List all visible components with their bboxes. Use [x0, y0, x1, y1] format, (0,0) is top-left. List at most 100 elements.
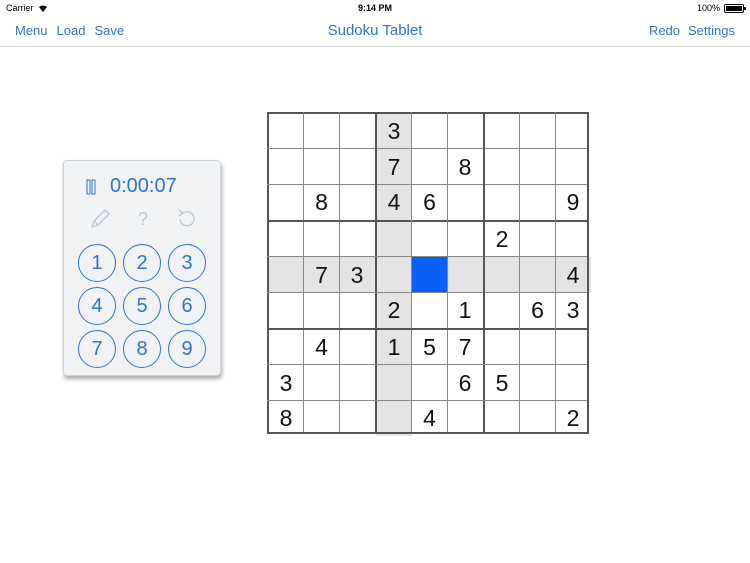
sudoku-cell-r7c9[interactable]: [555, 329, 591, 365]
sudoku-cell-r8c6[interactable]: 6: [447, 365, 483, 401]
grid-line-horizontal: [267, 256, 589, 257]
sudoku-cell-r8c9[interactable]: [555, 365, 591, 401]
pause-icon[interactable]: [85, 179, 97, 195]
sudoku-cell-r5c8[interactable]: [519, 256, 556, 293]
sudoku-cell-r3c1[interactable]: [268, 184, 304, 220]
sudoku-cell-r1c1[interactable]: [268, 113, 304, 149]
number-key-4[interactable]: 4: [78, 287, 116, 325]
sudoku-cell-r6c1[interactable]: [268, 292, 304, 328]
sudoku-cell-r4c5[interactable]: [412, 221, 448, 257]
sudoku-cell-r4c9[interactable]: [555, 221, 591, 257]
sudoku-cell-r2c7[interactable]: [484, 149, 520, 185]
sudoku-cell-r8c7[interactable]: 5: [484, 365, 520, 401]
sudoku-cell-r5c1[interactable]: [268, 256, 304, 293]
number-key-3[interactable]: 3: [168, 244, 206, 282]
sudoku-cell-r2c4[interactable]: 7: [376, 148, 412, 185]
sudoku-cell-r2c8[interactable]: [520, 149, 556, 185]
sudoku-cell-r7c6[interactable]: 7: [447, 329, 483, 365]
sudoku-cell-r6c7[interactable]: [484, 292, 520, 328]
sudoku-cell-r4c3[interactable]: [339, 221, 375, 257]
sudoku-cell-r7c7[interactable]: [484, 329, 520, 365]
sudoku-cell-r8c2[interactable]: [304, 365, 340, 401]
sudoku-cell-r6c9[interactable]: 3: [555, 292, 591, 328]
sudoku-cell-r9c7[interactable]: [484, 400, 520, 436]
sudoku-cell-r2c2[interactable]: [304, 149, 340, 185]
sudoku-cell-r4c7[interactable]: 2: [484, 221, 520, 257]
number-key-7[interactable]: 7: [78, 330, 116, 368]
sudoku-cell-r3c9[interactable]: 9: [555, 184, 591, 220]
sudoku-cell-r8c5[interactable]: [412, 365, 448, 401]
sudoku-cell-r1c4[interactable]: 3: [376, 113, 412, 149]
load-button[interactable]: Load: [57, 23, 86, 38]
save-button[interactable]: Save: [94, 23, 124, 38]
undo-icon[interactable]: [174, 207, 198, 231]
sudoku-cell-r2c1[interactable]: [268, 149, 304, 185]
sudoku-cell-r6c3[interactable]: [339, 292, 375, 328]
sudoku-cell-r8c8[interactable]: [520, 365, 556, 401]
sudoku-cell-r2c9[interactable]: [555, 149, 591, 185]
redo-button[interactable]: Redo: [649, 23, 680, 38]
menu-button[interactable]: Menu: [15, 23, 48, 38]
sudoku-cell-r9c5[interactable]: 4: [412, 400, 448, 436]
sudoku-cell-r6c8[interactable]: 6: [520, 292, 556, 328]
sudoku-cell-r9c8[interactable]: [520, 400, 556, 436]
sudoku-cell-r3c5[interactable]: 6: [412, 184, 448, 220]
sudoku-cell-r6c6[interactable]: 1: [447, 292, 483, 328]
sudoku-cell-r3c4[interactable]: 4: [376, 184, 412, 220]
sudoku-cell-r2c6[interactable]: 8: [447, 149, 483, 185]
sudoku-cell-r3c3[interactable]: [339, 184, 375, 220]
sudoku-cell-r7c2[interactable]: 4: [304, 329, 340, 365]
sudoku-cell-r5c7[interactable]: [484, 256, 520, 293]
number-key-6[interactable]: 6: [168, 287, 206, 325]
sudoku-cell-r7c5[interactable]: 5: [412, 329, 448, 365]
sudoku-cell-r6c5[interactable]: [412, 292, 448, 328]
sudoku-cell-r1c9[interactable]: [555, 113, 591, 149]
sudoku-cell-r5c4[interactable]: [376, 256, 412, 293]
sudoku-cell-r4c4[interactable]: [376, 221, 412, 257]
sudoku-cell-r1c6[interactable]: [447, 113, 483, 149]
number-key-1[interactable]: 1: [78, 244, 116, 282]
sudoku-cell-r5c5[interactable]: [411, 256, 448, 293]
pencil-icon[interactable]: [88, 207, 112, 231]
sudoku-cell-r5c2[interactable]: 7: [303, 256, 340, 293]
sudoku-cell-r6c2[interactable]: [304, 292, 340, 328]
sudoku-cell-r4c6[interactable]: [447, 221, 483, 257]
sudoku-cell-r9c1[interactable]: 8: [268, 400, 304, 436]
sudoku-cell-r2c3[interactable]: [339, 149, 375, 185]
sudoku-cell-r8c3[interactable]: [339, 365, 375, 401]
sudoku-cell-r9c3[interactable]: [339, 400, 375, 436]
settings-button[interactable]: Settings: [688, 23, 735, 38]
sudoku-cell-r5c3[interactable]: 3: [339, 256, 375, 293]
sudoku-cell-r8c1[interactable]: 3: [268, 365, 304, 401]
sudoku-cell-r2c5[interactable]: [412, 149, 448, 185]
number-key-9[interactable]: 9: [168, 330, 206, 368]
sudoku-cell-r7c8[interactable]: [520, 329, 556, 365]
sudoku-cell-r1c2[interactable]: [304, 113, 340, 149]
sudoku-cell-r7c3[interactable]: [339, 329, 375, 365]
sudoku-cell-r7c4[interactable]: 1: [376, 329, 412, 365]
sudoku-cell-r4c2[interactable]: [304, 221, 340, 257]
number-key-5[interactable]: 5: [123, 287, 161, 325]
sudoku-cell-r5c9[interactable]: 4: [555, 256, 591, 293]
sudoku-cell-r3c6[interactable]: [447, 184, 483, 220]
sudoku-cell-r5c6[interactable]: [447, 256, 483, 293]
sudoku-cell-r1c5[interactable]: [412, 113, 448, 149]
sudoku-cell-r9c9[interactable]: 2: [555, 400, 591, 436]
sudoku-cell-r7c1[interactable]: [268, 329, 304, 365]
sudoku-cell-r8c4[interactable]: [376, 364, 412, 401]
sudoku-cell-r9c4[interactable]: [376, 400, 412, 436]
sudoku-cell-r3c2[interactable]: 8: [304, 184, 340, 220]
sudoku-cell-r4c8[interactable]: [520, 221, 556, 257]
sudoku-cell-r1c3[interactable]: [339, 113, 375, 149]
hint-icon[interactable]: ?: [131, 207, 155, 231]
sudoku-cell-r9c6[interactable]: [447, 400, 483, 436]
sudoku-cell-r4c1[interactable]: [268, 221, 304, 257]
sudoku-cell-r9c2[interactable]: [304, 400, 340, 436]
sudoku-cell-r1c8[interactable]: [520, 113, 556, 149]
sudoku-cell-r6c4[interactable]: 2: [376, 292, 412, 328]
number-key-8[interactable]: 8: [123, 330, 161, 368]
number-key-2[interactable]: 2: [123, 244, 161, 282]
sudoku-cell-r3c7[interactable]: [484, 184, 520, 220]
sudoku-cell-r1c7[interactable]: [484, 113, 520, 149]
sudoku-cell-r3c8[interactable]: [520, 184, 556, 220]
